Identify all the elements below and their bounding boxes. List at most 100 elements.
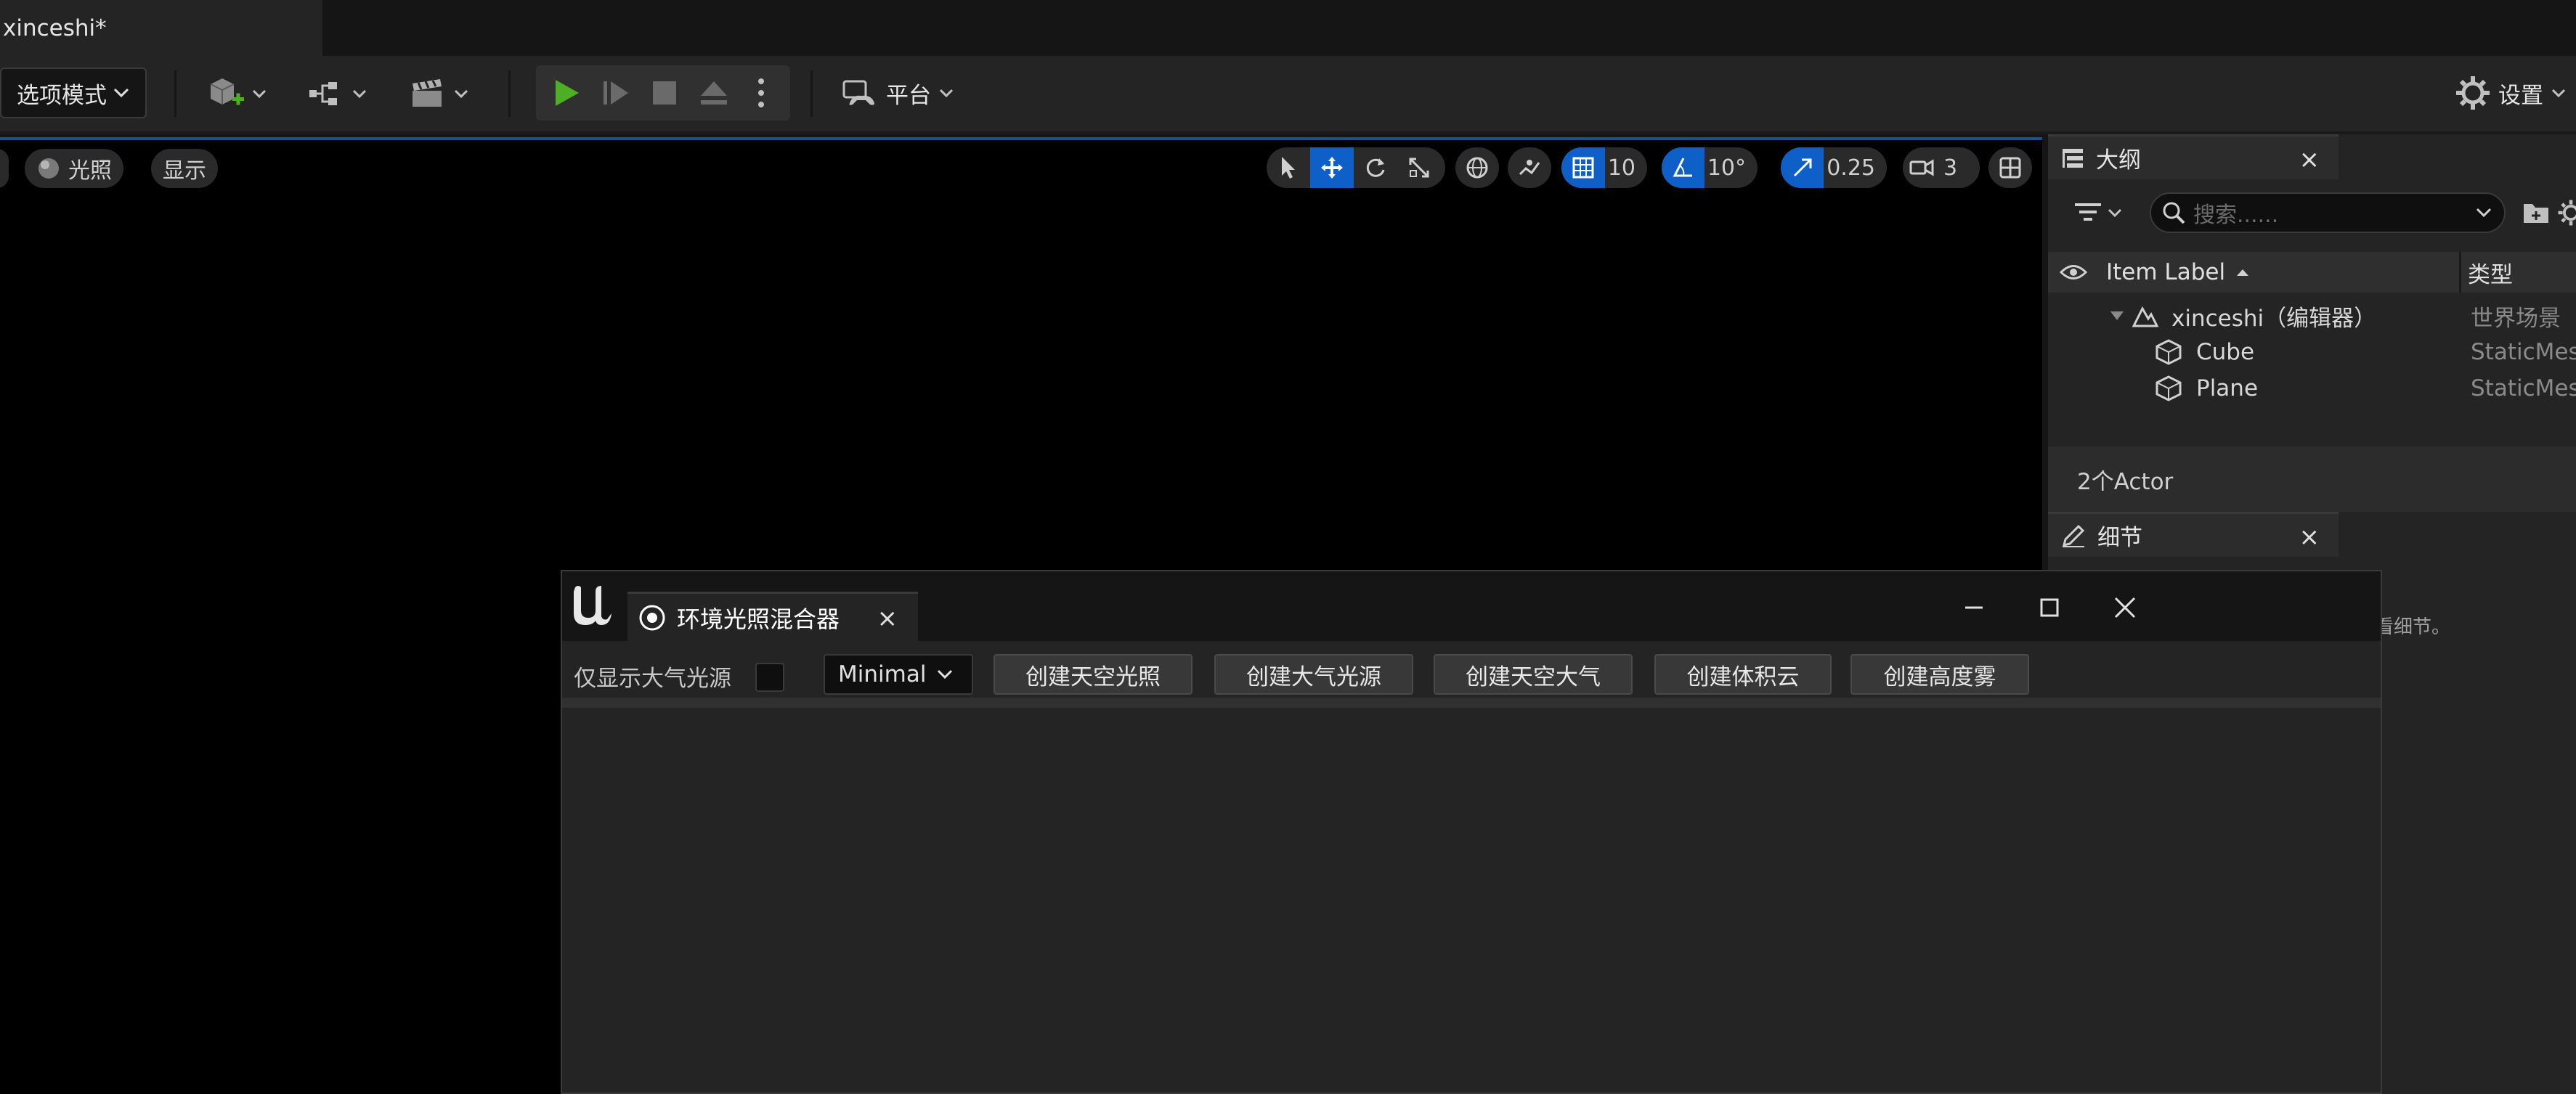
document-tab[interactable]: xinceshi* — [0, 0, 322, 56]
sphere-icon — [36, 156, 61, 181]
settings-label: 设置 — [2498, 82, 2543, 109]
title-bar: xinceshi* — [0, 0, 2576, 56]
env-mixer-tab[interactable]: 环境光照混合器 × — [627, 592, 918, 641]
eye-icon[interactable] — [2060, 263, 2087, 282]
light-mixer-icon — [638, 603, 667, 632]
details-tab-label: 细节 — [2097, 525, 2142, 551]
search-placeholder: 搜索...... — [2193, 203, 2279, 228]
env-mixer-tab-label: 环境光照混合器 — [677, 605, 840, 633]
scale-snap-control[interactable]: 0.25 — [1781, 147, 1887, 188]
pencil-icon — [2061, 523, 2086, 548]
camera-speed-value: 3 — [1943, 155, 1958, 181]
camera-speed-control[interactable]: 3 — [1903, 147, 1980, 188]
minimize-button[interactable] — [1952, 589, 1996, 626]
scale-mode-button[interactable] — [1397, 147, 1441, 188]
rotate-icon — [1363, 155, 1388, 180]
create-height-fog-button[interactable]: 创建高度雾 — [1850, 654, 2029, 695]
platform-dropdown[interactable]: 平台 — [842, 68, 954, 118]
outliner-panel: 大纲 × 搜索...... Item Label 类型 xinceshi（编辑器… — [2048, 134, 2576, 512]
quality-dropdown[interactable]: Minimal — [824, 654, 973, 695]
static-mesh-icon — [2154, 375, 2183, 401]
translate-mode-button[interactable] — [1310, 147, 1354, 188]
stop-button[interactable] — [641, 70, 688, 116]
select-mode-button[interactable] — [1267, 147, 1310, 188]
button-label: 创建大气光源 — [1246, 664, 1381, 690]
rotate-mode-button[interactable] — [1354, 147, 1397, 188]
outliner-row-cube[interactable]: Cube StaticMes — [2048, 334, 2576, 370]
column-item-label[interactable]: Item Label — [2106, 259, 2225, 285]
search-icon — [2161, 200, 2186, 225]
chevron-down-icon[interactable] — [2475, 207, 2492, 219]
outliner-settings-button[interactable] — [2556, 192, 2576, 233]
close-icon[interactable]: × — [877, 604, 898, 633]
maximize-button[interactable] — [2028, 589, 2071, 626]
layout-grid-icon — [1988, 147, 2032, 188]
show-label: 显示 — [163, 158, 206, 184]
button-label: 创建高度雾 — [1883, 664, 1996, 690]
close-icon[interactable]: × — [2299, 523, 2320, 552]
cinematics-button[interactable] — [402, 70, 475, 117]
triangle-down-icon[interactable] — [2109, 310, 2125, 322]
outliner-row-world[interactable]: xinceshi（编辑器） 世界场景 — [2048, 298, 2576, 334]
quality-value: Minimal — [838, 661, 927, 687]
chevron-down-icon — [113, 87, 130, 99]
blueprint-button[interactable] — [301, 70, 373, 117]
unreal-logo-icon — [571, 581, 616, 628]
close-icon[interactable]: × — [2299, 145, 2320, 174]
column-divider[interactable] — [2459, 252, 2461, 293]
toolbar-separator — [810, 70, 813, 117]
play-button[interactable] — [542, 70, 590, 116]
outliner-footer: 2个Actor — [2048, 446, 2576, 512]
create-atmos-light-button[interactable]: 创建大气光源 — [1214, 654, 1413, 695]
show-menu-button[interactable]: 显示 — [151, 149, 218, 188]
transform-tools — [1267, 147, 1445, 188]
viewport-layout-button[interactable] — [1988, 147, 2032, 188]
document-tab-title: xinceshi* — [3, 15, 107, 41]
button-label: 创建天空光照 — [1025, 664, 1161, 690]
eject-button[interactable] — [690, 70, 738, 116]
main-toolbar: 选项模式 平台 设置 — [0, 56, 2576, 134]
close-icon — [2113, 596, 2137, 619]
view-mode-lighting-button[interactable]: 光照 — [25, 149, 123, 188]
grid-snap-control[interactable]: 10 — [1561, 147, 1647, 188]
mode-label: 选项模式 — [17, 82, 107, 109]
outliner-tab[interactable]: 大纲 × — [2048, 134, 2339, 179]
close-window-button[interactable] — [2103, 589, 2147, 626]
env-mixer-titlebar[interactable]: 环境光照混合器 × — [562, 571, 2381, 641]
create-sky-light-button[interactable]: 创建天空光照 — [994, 654, 1192, 695]
angle-icon — [1662, 147, 1705, 188]
play-controls — [536, 65, 790, 121]
details-tab[interactable]: 细节 × — [2048, 512, 2339, 557]
button-label: 创建体积云 — [1686, 664, 1800, 690]
create-sky-atmosphere-button[interactable]: 创建天空大气 — [1434, 654, 1633, 695]
blueprint-icon — [306, 79, 346, 108]
grid-icon — [1561, 147, 1605, 188]
viewport-options-button[interactable] — [0, 149, 9, 188]
mode-dropdown[interactable]: 选项模式 — [0, 68, 147, 118]
advance-frame-button[interactable] — [591, 70, 639, 116]
create-volumetric-cloud-button[interactable]: 创建体积云 — [1654, 654, 1832, 695]
chevron-down-icon — [938, 88, 954, 98]
surface-snapping-toggle[interactable] — [1508, 147, 1551, 188]
settings-dropdown[interactable]: 设置 — [2455, 68, 2567, 118]
minimize-icon — [1963, 597, 1985, 619]
scale-icon — [1407, 156, 1431, 179]
world-local-toggle[interactable] — [1455, 147, 1499, 188]
move-arrows-icon — [1320, 155, 1344, 180]
rotation-snap-value: 10° — [1707, 155, 1746, 181]
env-mixer-toolbar: 仅显示大气光源 Minimal 创建天空光照 创建大气光源 创建天空大气 创建体… — [562, 641, 2381, 708]
row-type: StaticMes — [2471, 375, 2576, 401]
outliner-search-input[interactable]: 搜索...... — [2150, 192, 2506, 233]
rotation-snap-control[interactable]: 10° — [1662, 147, 1758, 188]
surface-snap-icon — [1508, 147, 1551, 188]
scale-snap-value: 0.25 — [1827, 155, 1875, 181]
add-folder-button[interactable] — [2520, 192, 2552, 233]
column-type[interactable]: 类型 — [2468, 256, 2513, 289]
only-atmos-checkbox[interactable] — [755, 663, 784, 692]
add-actor-button[interactable] — [200, 70, 273, 117]
outliner-row-plane[interactable]: Plane StaticMes — [2048, 370, 2576, 407]
play-options-button[interactable] — [739, 70, 783, 116]
env-mixer-content — [562, 708, 2381, 1093]
filter-dropdown[interactable] — [2065, 192, 2131, 233]
platform-label: 平台 — [886, 82, 931, 109]
